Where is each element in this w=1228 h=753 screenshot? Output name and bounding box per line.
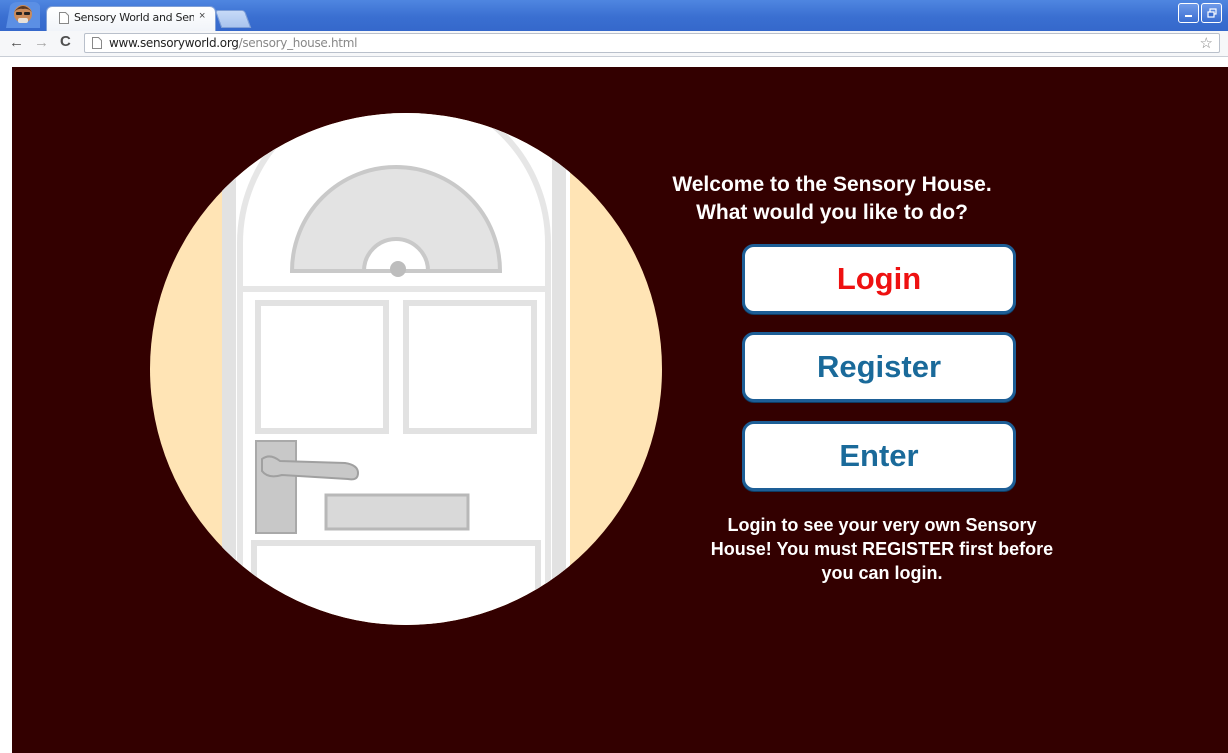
login-info-text: Login to see your very own Sensory House… — [652, 513, 1112, 585]
address-text[interactable]: www.sensoryworld.org/sensory_house.html — [109, 36, 357, 50]
tab-close-button[interactable]: × — [199, 10, 205, 22]
enter-button[interactable]: Enter — [742, 421, 1016, 491]
browser-toolbar: ← → C www.sensoryworld.org/sensory_house… — [0, 31, 1228, 57]
info-line-1: Login to see your very own Sensory — [727, 515, 1037, 535]
info-line-2: House! You must REGISTER first before — [710, 539, 1054, 559]
restore-icon — [1206, 8, 1217, 18]
window-controls — [1178, 3, 1222, 23]
address-bar[interactable]: www.sensoryworld.org/sensory_house.html … — [84, 33, 1220, 53]
minimize-button[interactable] — [1178, 3, 1199, 23]
url-host: www.sensoryworld.org — [109, 36, 239, 50]
sensory-house-stage: Welcome to the Sensory House. What would… — [12, 67, 1228, 753]
welcome-line-1: Welcome to the Sensory House. — [672, 173, 992, 196]
forward-arrow-icon[interactable]: → — [34, 34, 49, 51]
new-tab-button[interactable] — [214, 10, 252, 28]
welcome-line-2: What would you like to do? — [696, 201, 968, 224]
bookmark-star-icon[interactable]: ☆ — [1200, 34, 1213, 52]
page-viewport: Welcome to the Sensory House. What would… — [0, 57, 1228, 753]
browser-titlebar: Sensory World and Sensory H × — [0, 0, 1228, 31]
minimize-icon — [1185, 14, 1192, 17]
back-arrow-icon[interactable]: ← — [9, 34, 24, 51]
user-avatar-icon[interactable] — [4, 2, 42, 28]
url-path: /sensory_house.html — [238, 36, 358, 50]
restore-button[interactable] — [1201, 3, 1222, 23]
welcome-heading: Welcome to the Sensory House. What would… — [632, 171, 1032, 227]
page-icon — [92, 37, 102, 49]
browser-tab-active[interactable]: Sensory World and Sensory H × — [46, 6, 216, 31]
page-icon — [59, 12, 69, 24]
register-button[interactable]: Register — [742, 332, 1016, 402]
front-door-illustration — [150, 113, 662, 625]
info-line-3: you can login. — [821, 563, 943, 583]
tab-title: Sensory World and Sensory H — [74, 11, 194, 24]
login-button[interactable]: Login — [742, 244, 1016, 314]
reload-icon[interactable]: C — [60, 33, 71, 50]
